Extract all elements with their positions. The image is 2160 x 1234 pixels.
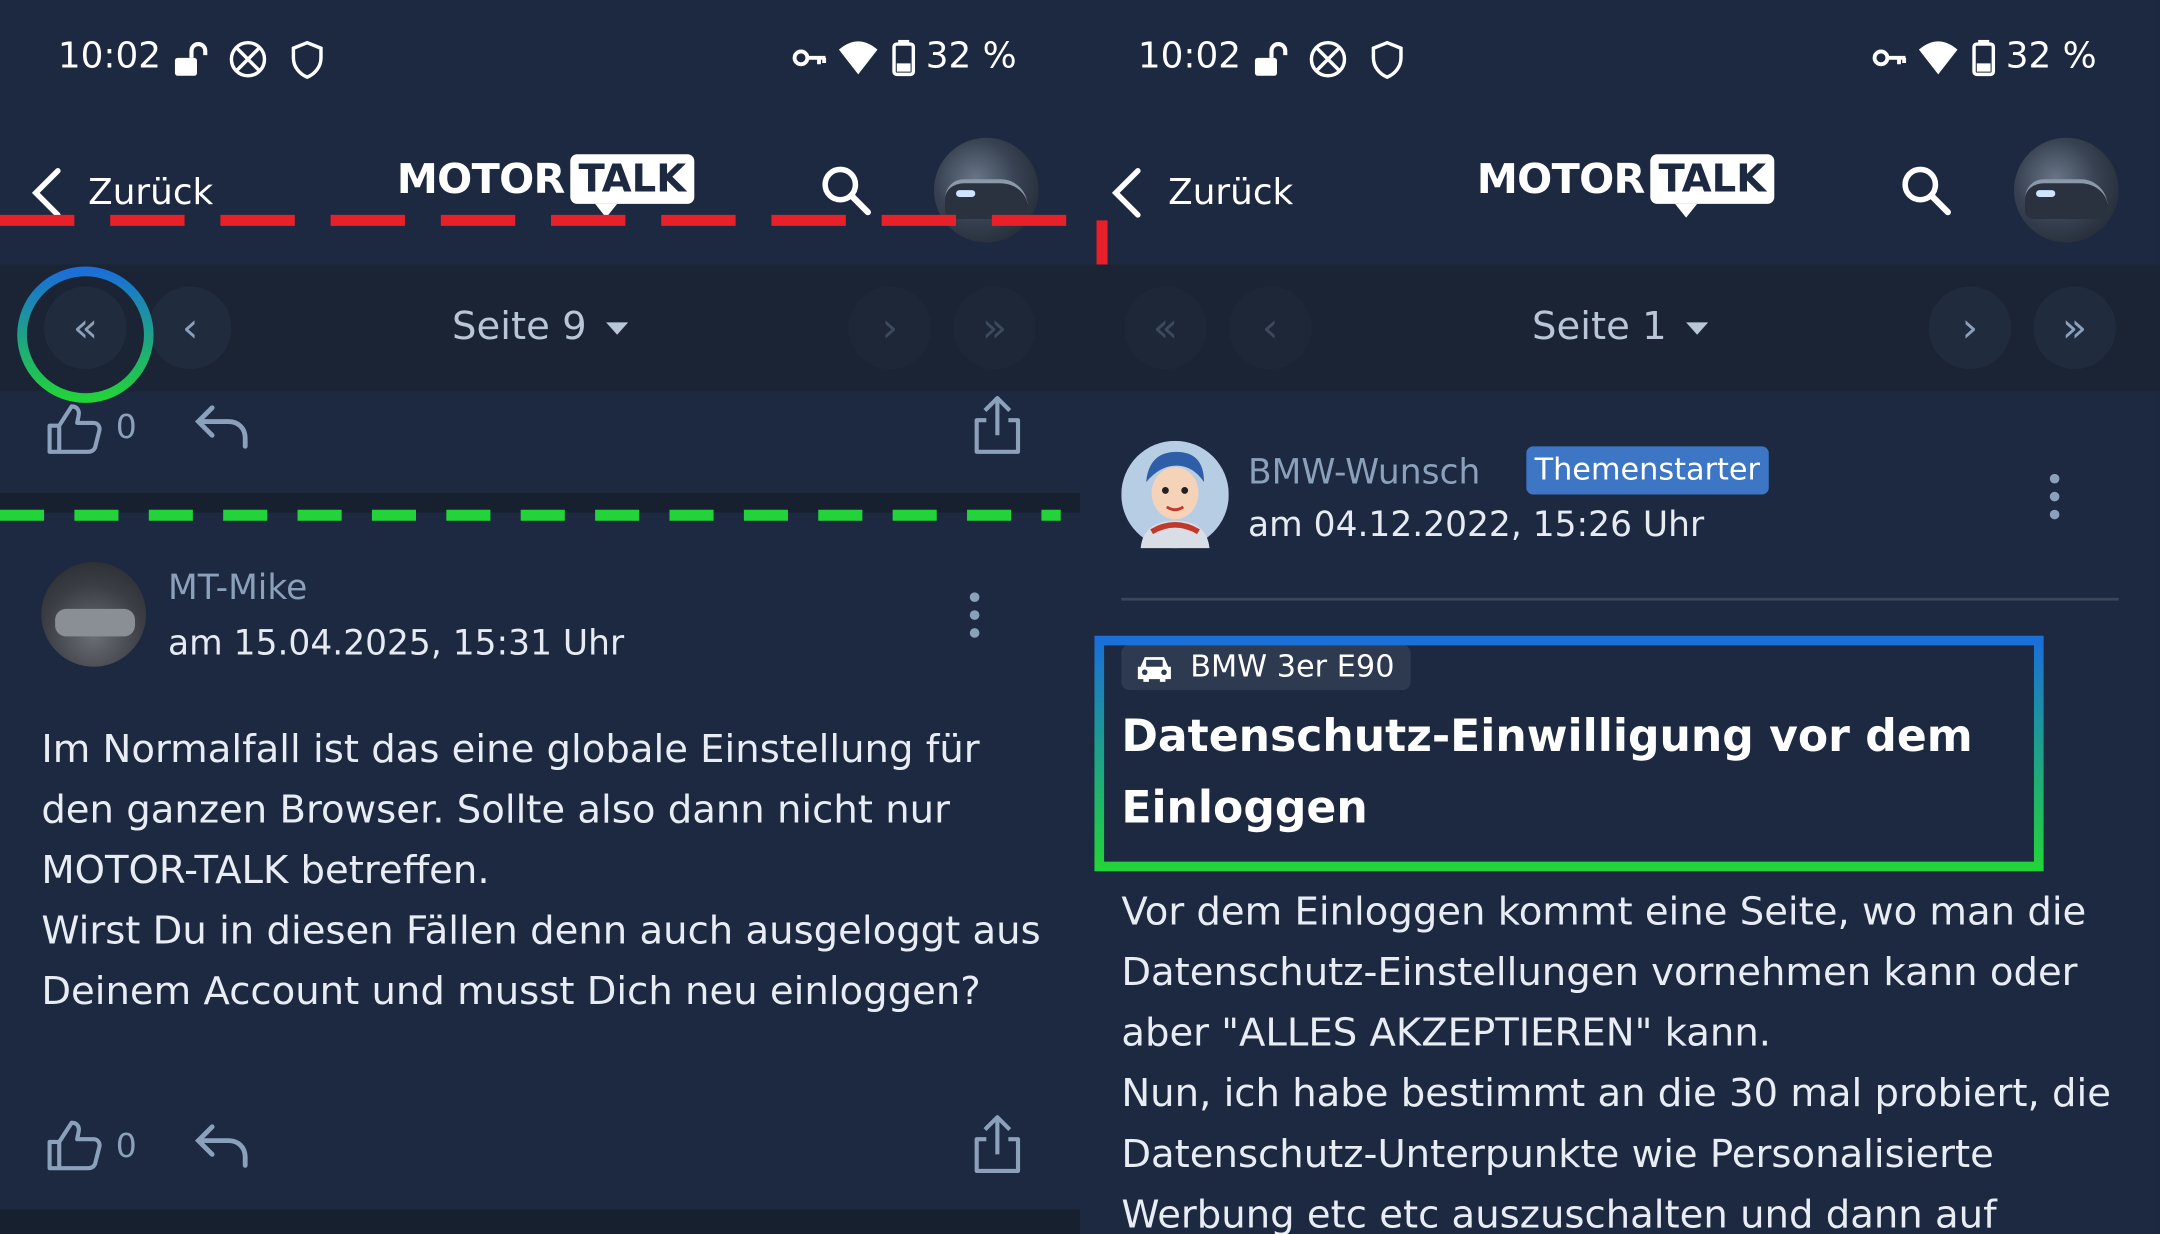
annotation-red-dashed (0, 214, 1108, 265)
annotation-title-box (1094, 635, 2044, 872)
annotation-overlay (0, 214, 2044, 872)
annotation-highlight-circle (17, 266, 154, 403)
screenshot-stage: 10:02 32 % Zurück MOTOR TALK « ‹ Seite 9… (0, 0, 2160, 1234)
